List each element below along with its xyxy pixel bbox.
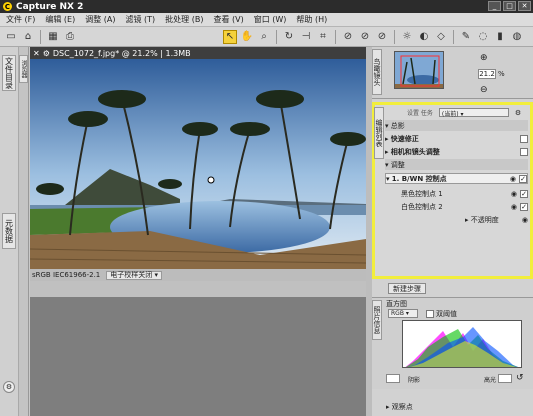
tab-edit-list[interactable]: 编辑列表	[374, 107, 384, 159]
camera-lens-label[interactable]: 相机和镜头调整	[391, 147, 440, 157]
navigator-panel: 鸟瞰镜头 ⊕ 21.2 % ⊖	[372, 47, 533, 99]
red-eye-tool-icon[interactable]: ⊘	[341, 30, 355, 44]
opacity-label[interactable]: 不透明度	[471, 215, 499, 225]
step-title[interactable]: 1. B/WN 控制点	[392, 174, 447, 184]
right-panel: 鸟瞰镜头 ⊕ 21.2 % ⊖ 编辑列表 设置 任务 (当前) ▾ ⚙ ▾ 总影…	[372, 47, 533, 416]
color-profile-label: sRGB IEC61966-2.1	[32, 271, 101, 279]
gradient-icon[interactable]: ▮	[493, 30, 507, 44]
mask-icon[interactable]: ◉	[510, 175, 516, 183]
edit-list-panel: 编辑列表 设置 任务 (当前) ▾ ⚙ ▾ 总影 ▸ 快速修正 ▸ 相机和镜头调…	[372, 102, 533, 279]
toolbar: ▭ ⌂ ▦ ⎙ ↖ ✋ ⌕ ↻ ⊣ ⌗ ⊘ ⊘ ⊘ ☼ ◐ ◇ ✎ ◌ ▮ ◍	[0, 27, 533, 47]
open-icon[interactable]: ⌂	[21, 30, 35, 44]
tab-metadata[interactable]: 元数据	[2, 213, 16, 249]
reset-icon[interactable]: ↺	[516, 373, 524, 383]
black-cp-checkbox[interactable]: ✓	[520, 189, 528, 198]
menu-batch[interactable]: 批处理 (B)	[165, 14, 203, 25]
document-window: ✕ ⚙ DSC_1072_f.jpg* @ 21.2% | 1.3MB sRGB…	[30, 47, 366, 297]
watch-points-bar: ▸ 观察点	[372, 402, 533, 412]
photo-image	[30, 59, 366, 269]
zoom-unit: %	[498, 70, 505, 78]
black-control-point-label[interactable]: 黑色控制点 1	[401, 189, 443, 199]
left-dock: 文件目录 元数据 ⚙	[0, 47, 19, 416]
menu-filter[interactable]: 滤镜 (T)	[126, 14, 156, 25]
crop-tool-icon[interactable]: ⌗	[316, 30, 330, 44]
document-title: DSC_1072_f.jpg* @ 21.2% | 1.3MB	[52, 48, 191, 58]
edit-list-settings-icon[interactable]: ⚙	[515, 109, 521, 117]
camera-lens-checkbox[interactable]	[520, 147, 528, 156]
histogram-chart	[402, 320, 522, 368]
app-logo-icon: C	[3, 2, 12, 11]
white-control-point-label[interactable]: 白色控制点 2	[401, 202, 443, 212]
zoom-tool-icon[interactable]: ⌕	[257, 30, 271, 44]
window-title: Capture NX 2	[16, 1, 84, 12]
channel-dropdown[interactable]: RGB ▾	[388, 309, 418, 318]
menu-view[interactable]: 查看 (V)	[213, 14, 243, 25]
section-adjust-label: 调整	[390, 160, 405, 169]
eye-icon[interactable]: ◉	[522, 216, 528, 224]
browser-toggle-icon[interactable]: ▭	[4, 30, 18, 44]
selection-icon[interactable]: ◇	[434, 30, 448, 44]
menu-file[interactable]: 文件 (F)	[6, 14, 35, 25]
histogram-title: 直方图	[386, 300, 407, 308]
minimize-button[interactable]: _	[488, 1, 501, 11]
zoom-out-icon[interactable]: ⊖	[480, 85, 488, 95]
highlight-label: 高光	[484, 377, 497, 384]
preset-dropdown[interactable]: (当前) ▾	[438, 108, 509, 118]
save-icon[interactable]: ▦	[46, 30, 60, 44]
settings-gear-icon[interactable]: ⚙	[3, 381, 15, 393]
zoom-field[interactable]: 21.2	[478, 69, 496, 79]
control-point-marker[interactable]	[207, 176, 215, 184]
hand-tool-icon[interactable]: ✋	[240, 30, 254, 44]
workspace-background	[30, 297, 366, 416]
color-control-point-icon[interactable]: ☼	[400, 30, 414, 44]
zoom-in-icon[interactable]: ⊕	[480, 53, 488, 63]
menu-window[interactable]: 窗口 (W)	[254, 14, 287, 25]
tab-file-directory[interactable]: 文件目录	[2, 55, 16, 91]
rotate-tool-icon[interactable]: ↻	[282, 30, 296, 44]
eye-icon[interactable]: ◉	[511, 190, 517, 198]
title-bar: C Capture NX 2 _ □ ✕	[0, 0, 533, 13]
dual-threshold-checkbox[interactable]	[426, 310, 434, 318]
histogram-panel: 照片信息 直方图 RGB ▾ 双阈值 阴影 高光 ↺	[372, 297, 533, 389]
document-close-icon[interactable]: ✕	[33, 49, 40, 58]
shadow-label: 阴影	[408, 377, 421, 384]
tab-browser[interactable]: 浏览器	[19, 55, 28, 83]
white-cp-checkbox[interactable]: ✓	[520, 202, 528, 211]
quick-fix-checkbox[interactable]	[520, 134, 528, 143]
document-settings-icon[interactable]: ⚙	[43, 49, 50, 58]
direct-select-tool-icon[interactable]: ↖	[223, 29, 237, 44]
soft-proof-dropdown[interactable]: 电子校样关闭 ▾	[106, 270, 163, 280]
menu-bar: 文件 (F) 编辑 (E) 调整 (A) 滤镜 (T) 批处理 (B) 查看 (…	[0, 13, 533, 27]
navigator-thumbnail[interactable]	[394, 51, 444, 89]
maximize-button[interactable]: □	[503, 1, 516, 11]
edit-list-header: 设置 任务	[407, 110, 433, 117]
watch-points-label[interactable]: 观察点	[392, 403, 413, 411]
new-step-button[interactable]: 新建步骤	[388, 283, 426, 294]
menu-adjust[interactable]: 调整 (A)	[85, 14, 115, 25]
document-tab[interactable]: ✕ ⚙ DSC_1072_f.jpg* @ 21.2% | 1.3MB	[30, 47, 366, 59]
document-status-bar: sRGB IEC61966-2.1 电子校样关闭 ▾	[30, 269, 366, 281]
straighten-tool-icon[interactable]: ⊣	[299, 30, 313, 44]
menu-help[interactable]: 帮助 (H)	[296, 14, 327, 25]
photo-canvas[interactable]	[30, 59, 366, 269]
quick-fix-label[interactable]: 快速修正	[391, 134, 419, 144]
section-develop-label: 总影	[390, 121, 405, 130]
tab-photo-info[interactable]: 照片信息	[372, 300, 382, 340]
retouch-brush-icon[interactable]: ⊘	[358, 30, 372, 44]
step-checkbox[interactable]: ✓	[519, 174, 527, 183]
menu-edit[interactable]: 编辑 (E)	[45, 14, 75, 25]
close-button[interactable]: ✕	[518, 1, 531, 11]
highlight-field[interactable]	[498, 374, 512, 383]
print-icon[interactable]: ⎙	[63, 30, 77, 44]
lasso-icon[interactable]: ◌	[476, 30, 490, 44]
fill-icon[interactable]: ◍	[510, 30, 524, 44]
eye-icon[interactable]: ◉	[511, 203, 517, 211]
bw-control-point-icon[interactable]: ◐	[417, 30, 431, 44]
tab-navigator[interactable]: 鸟瞰镜头	[372, 49, 382, 95]
auto-retouch-icon[interactable]: ⊘	[375, 30, 389, 44]
browser-side-panel: 浏览器	[19, 47, 29, 416]
brush-icon[interactable]: ✎	[459, 30, 473, 44]
shadow-field[interactable]	[386, 374, 400, 383]
dual-threshold-label: 双阈值	[436, 310, 457, 318]
